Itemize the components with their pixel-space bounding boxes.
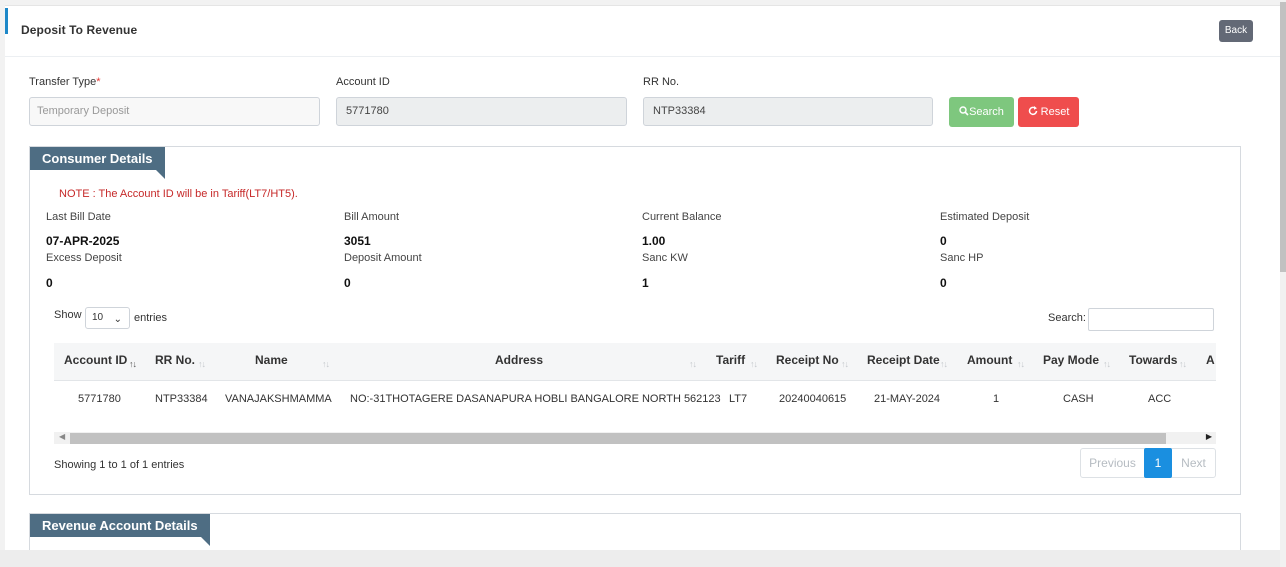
search-button-label: Search (969, 106, 1004, 118)
bill-amount-value: 3051 (344, 234, 371, 248)
sort-icon: ↑↓ (689, 359, 697, 369)
table-info: Showing 1 to 1 of 1 entries (54, 459, 185, 471)
scrollbar-thumb[interactable] (70, 433, 1166, 444)
estimated-deposit-value: 0 (940, 234, 947, 248)
col-pay-mode[interactable]: Pay Mode (1043, 353, 1099, 367)
col-towards[interactable]: Towards (1129, 353, 1177, 367)
account-id-label: Account ID (336, 76, 390, 88)
page-size-value: 10 (92, 312, 104, 323)
col-receipt-no[interactable]: Receipt No (776, 353, 839, 367)
col-address[interactable]: Address (495, 353, 543, 367)
account-id-input[interactable]: 5771780 (336, 97, 627, 126)
page-title: Deposit To Revenue (21, 23, 138, 37)
estimated-deposit-label: Estimated Deposit (940, 211, 1030, 223)
excess-deposit-value: 0 (46, 276, 53, 290)
sort-icon: ↑↓ (940, 359, 948, 369)
sort-icon: ↑↓ (750, 359, 758, 369)
col-receipt-date[interactable]: Receipt Date (867, 353, 940, 367)
page-vertical-scrollbar[interactable] (1280, 0, 1286, 567)
col-rr-no[interactable]: RR No. (155, 353, 195, 367)
sanc-hp-value: 0 (940, 276, 947, 290)
chevron-down-icon: ⌄ (113, 314, 122, 325)
cell-name: VANAJAKSHMAMMA (225, 393, 332, 405)
current-balance-value: 1.00 (642, 234, 666, 248)
transfer-type-value: Temporary Deposit (37, 105, 130, 117)
col-tariff[interactable]: Tariff (716, 353, 745, 367)
revenue-account-panel: Revenue Account Details (29, 513, 1241, 551)
consumer-details-title: Consumer Details (30, 147, 165, 179)
cell-receipt-date: 21-MAY-2024 (874, 393, 941, 405)
back-button[interactable]: Back (1219, 20, 1253, 42)
tariff-note: NOTE : The Account ID will be in Tariff(… (59, 188, 298, 200)
main-card: Deposit To Revenue Back Transfer Type* T… (5, 5, 1280, 551)
current-balance-label: Current Balance (642, 211, 722, 223)
col-a[interactable]: A (1206, 353, 1215, 367)
sort-icon: ↑↓ (1179, 359, 1187, 369)
sanc-kw-label: Sanc KW (642, 252, 688, 264)
deposit-amount-label: Deposit Amount (344, 252, 422, 264)
deposit-amount-value: 0 (344, 276, 351, 290)
previous-page-button[interactable]: Previous (1081, 449, 1144, 477)
card-header: Deposit To Revenue Back (5, 6, 1280, 57)
page-horizontal-scrollbar[interactable] (0, 550, 1280, 567)
revenue-account-title: Revenue Account Details (30, 514, 210, 546)
sort-icon: ↑↓ (198, 359, 206, 369)
next-page-button[interactable]: Next (1172, 449, 1215, 477)
cell-tariff: LT7 (729, 393, 748, 405)
table-row: 5771780 NTP33384 VANAJAKSHMAMMA NO:-31TH… (54, 381, 1216, 425)
pagination: Previous 1 Next (1080, 448, 1216, 478)
consumer-details-panel: Consumer Details NOTE : The Account ID w… (29, 146, 1241, 495)
cell-account-id: 5771780 (78, 393, 121, 405)
show-label: Show (54, 309, 82, 321)
cell-pay-mode: CASH (1063, 393, 1094, 405)
page-size-select[interactable]: 10 ⌄ (85, 307, 130, 329)
scroll-right-icon[interactable]: ▶ (1206, 432, 1212, 441)
rr-no-label: RR No. (643, 76, 680, 88)
last-bill-date-value: 07-APR-2025 (46, 234, 120, 248)
transfer-type-select[interactable]: Temporary Deposit (29, 97, 320, 126)
refresh-icon (1028, 106, 1037, 116)
horizontal-scrollbar[interactable]: ◀ ▶ (54, 432, 1216, 444)
table-search-input[interactable] (1088, 308, 1214, 331)
search-icon (959, 106, 969, 116)
sort-icon: ↑↓ (129, 359, 137, 369)
cell-towards: ACC (1148, 393, 1172, 405)
sort-icon: ↑↓ (322, 359, 330, 369)
col-name[interactable]: Name (255, 353, 288, 367)
consumer-table: Account ID ↑↓ RR No. ↑↓ Name ↑↓ Address … (54, 343, 1216, 425)
entries-label: entries (134, 312, 168, 324)
last-bill-date-label: Last Bill Date (46, 211, 111, 223)
sort-icon: ↑↓ (841, 359, 849, 369)
page-1-button[interactable]: 1 (1144, 448, 1172, 478)
table-search-label: Search: (1048, 312, 1086, 324)
sort-icon: ↑↓ (1103, 359, 1111, 369)
cell-receipt-no: 20240040615 (779, 393, 847, 405)
sort-icon: ↑↓ (1017, 359, 1025, 369)
vertical-scrollbar-thumb[interactable] (1280, 2, 1286, 272)
bill-amount-label: Bill Amount (344, 211, 400, 223)
scroll-left-icon[interactable]: ◀ (59, 432, 65, 441)
cell-address: NO:-31THOTAGERE DASANAPURA HOBLI BANGALO… (350, 393, 721, 405)
rr-no-value: NTP33384 (653, 105, 706, 117)
reset-button[interactable]: Reset (1018, 97, 1079, 127)
cell-rr-no: NTP33384 (155, 393, 208, 405)
excess-deposit-label: Excess Deposit (46, 252, 122, 264)
rr-no-input[interactable]: NTP33384 (643, 97, 933, 126)
sanc-hp-label: Sanc HP (940, 252, 984, 264)
col-account-id[interactable]: Account ID (64, 353, 127, 367)
table-header: Account ID ↑↓ RR No. ↑↓ Name ↑↓ Address … (54, 343, 1216, 381)
col-amount[interactable]: Amount (967, 353, 1012, 367)
cell-amount: 1 (993, 393, 1000, 405)
reset-button-label: Reset (1040, 106, 1070, 118)
sanc-kw-value: 1 (642, 276, 649, 290)
transfer-type-label: Transfer Type* (29, 76, 101, 88)
account-id-value: 5771780 (346, 105, 389, 117)
search-button[interactable]: Search (949, 97, 1014, 127)
